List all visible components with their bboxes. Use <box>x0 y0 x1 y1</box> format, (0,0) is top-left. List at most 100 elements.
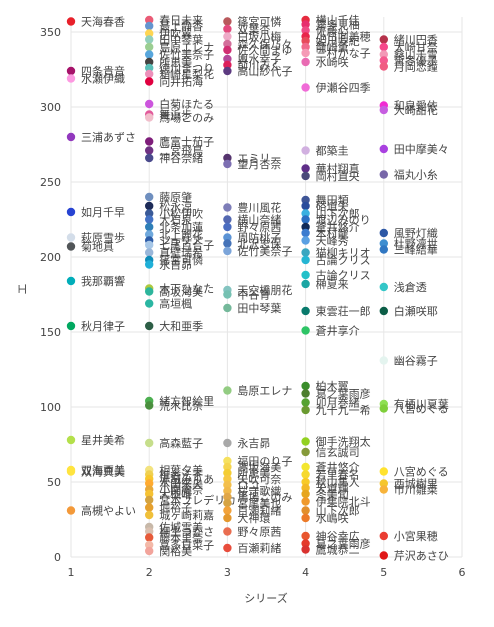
data-point-label: 水崎咲 <box>316 55 349 69</box>
data-point-label: 信玄誠司 <box>316 445 360 459</box>
data-point <box>66 276 76 286</box>
x-tick-label: 4 <box>302 566 309 579</box>
data-point <box>301 279 310 289</box>
data-point-label: 高坂海美 <box>159 285 203 299</box>
data-point-label: 八宮めぐる <box>394 465 449 479</box>
data-point-label: 榊夏来 <box>316 277 349 291</box>
data-point <box>223 239 232 248</box>
y-tick-label: 300 <box>40 101 61 114</box>
data-point <box>379 551 388 560</box>
data-point <box>223 303 232 313</box>
data-point <box>66 233 76 242</box>
data-point <box>145 287 154 296</box>
data-point <box>223 498 232 508</box>
data-point <box>145 495 154 505</box>
data-point <box>301 462 310 472</box>
data-point <box>301 326 310 335</box>
data-point <box>145 21 154 31</box>
data-point <box>223 45 232 55</box>
data-point-label: 田中摩美々 <box>394 142 449 156</box>
data-point-label: 大崎甜花 <box>394 103 438 117</box>
data-point <box>379 485 388 494</box>
data-point <box>145 503 154 512</box>
y-tick-label: 250 <box>40 176 61 189</box>
data-point-label: 菊地真 <box>81 240 114 254</box>
data-point-label: 田中琴葉 <box>237 301 281 315</box>
data-point <box>301 228 310 238</box>
data-point-label: 向井拓海 <box>159 75 203 89</box>
data-point-label: 伊瀬谷四季 <box>316 81 371 95</box>
data-point <box>223 506 232 515</box>
data-point-label: 高槻やよい <box>81 504 136 518</box>
data-point-label: 水嶋咲 <box>316 511 349 525</box>
data-point <box>223 513 232 523</box>
data-point <box>66 467 76 476</box>
data-point-label: 城ヶ崎莉嘉 <box>159 508 214 522</box>
data-point-label: 百瀬莉緒 <box>237 541 281 555</box>
data-point <box>301 171 310 181</box>
data-point <box>301 255 310 265</box>
data-point-label: 荒木比奈 <box>159 399 203 413</box>
data-point <box>66 132 76 142</box>
data-point-label: 関裕美 <box>159 545 192 558</box>
data-point-label: 永吉昴 <box>159 258 192 272</box>
data-point-label: 岡村直央 <box>316 169 360 183</box>
chart: 123456 0 50 100 150 200 250 300 350 天海春香 四条貴音 水瀬伊… <box>0 0 494 623</box>
data-point <box>145 438 154 448</box>
data-point <box>145 546 154 556</box>
data-point <box>301 437 310 446</box>
data-point-label: 幽谷霧子 <box>394 355 438 368</box>
data-point <box>379 228 388 238</box>
data-point <box>301 381 310 391</box>
data-point <box>66 242 76 251</box>
data-point <box>301 146 310 155</box>
x-tick-label: 3 <box>224 566 231 579</box>
data-point <box>66 435 76 445</box>
data-point-label: 佐竹美奈子 <box>237 244 292 258</box>
data-point <box>145 77 154 86</box>
y-tick-label: 150 <box>40 326 61 339</box>
data-point <box>379 356 388 365</box>
data-point <box>223 290 232 299</box>
data-point <box>379 404 388 413</box>
data-point-label: 大神環 <box>237 511 270 525</box>
data-point-label: 三浦あずさ <box>81 131 136 144</box>
data-point <box>145 321 154 331</box>
data-point <box>223 159 232 169</box>
data-point <box>145 50 154 59</box>
data-point-label: 古論クリス <box>316 253 371 267</box>
y-tick-label: 0 <box>54 551 61 564</box>
x-axis-title: シリーズ <box>244 591 287 605</box>
data-point-label: 八宮めぐる <box>394 402 449 416</box>
data-point-label: 望月杏奈 <box>237 157 281 171</box>
data-points: 天海春香四条貴音水瀬伊織三浦あずさ如月千早萩原雪歩菊地真我那覇響秋月律子星井美希… <box>66 13 449 563</box>
data-point <box>301 545 310 554</box>
data-point-label: 中谷育 <box>237 288 270 302</box>
data-point-label: 秋月律子 <box>81 319 125 333</box>
data-point-label: 水瀬伊織 <box>81 72 125 86</box>
data-point <box>145 533 154 542</box>
data-point-label: 蒼井享介 <box>316 324 360 338</box>
data-point <box>301 164 310 173</box>
data-point <box>145 215 154 224</box>
data-point <box>66 74 76 83</box>
x-tick-label: 6 <box>459 566 466 579</box>
data-point <box>301 405 310 415</box>
data-point <box>145 69 154 79</box>
data-point <box>66 321 76 331</box>
data-point-label: 野々原茜 <box>237 526 281 539</box>
data-point-label: 永吉昴 <box>237 436 270 450</box>
y-tick-label: 100 <box>40 401 61 414</box>
data-point <box>223 66 232 76</box>
data-point-label: 小宮果穂 <box>394 529 438 543</box>
data-point-label: 星井美希 <box>81 433 125 447</box>
data-point-label: 市川雛菜 <box>394 483 438 497</box>
data-point <box>145 137 154 146</box>
scatter-plot: 123456 050100150200250300350 天海春香四条貴音水瀬伊… <box>16 13 466 605</box>
data-point <box>301 201 310 211</box>
x-tick-label: 2 <box>146 566 153 579</box>
data-point <box>379 105 388 115</box>
data-point <box>379 35 388 44</box>
data-point <box>379 467 388 476</box>
data-point <box>379 282 388 292</box>
